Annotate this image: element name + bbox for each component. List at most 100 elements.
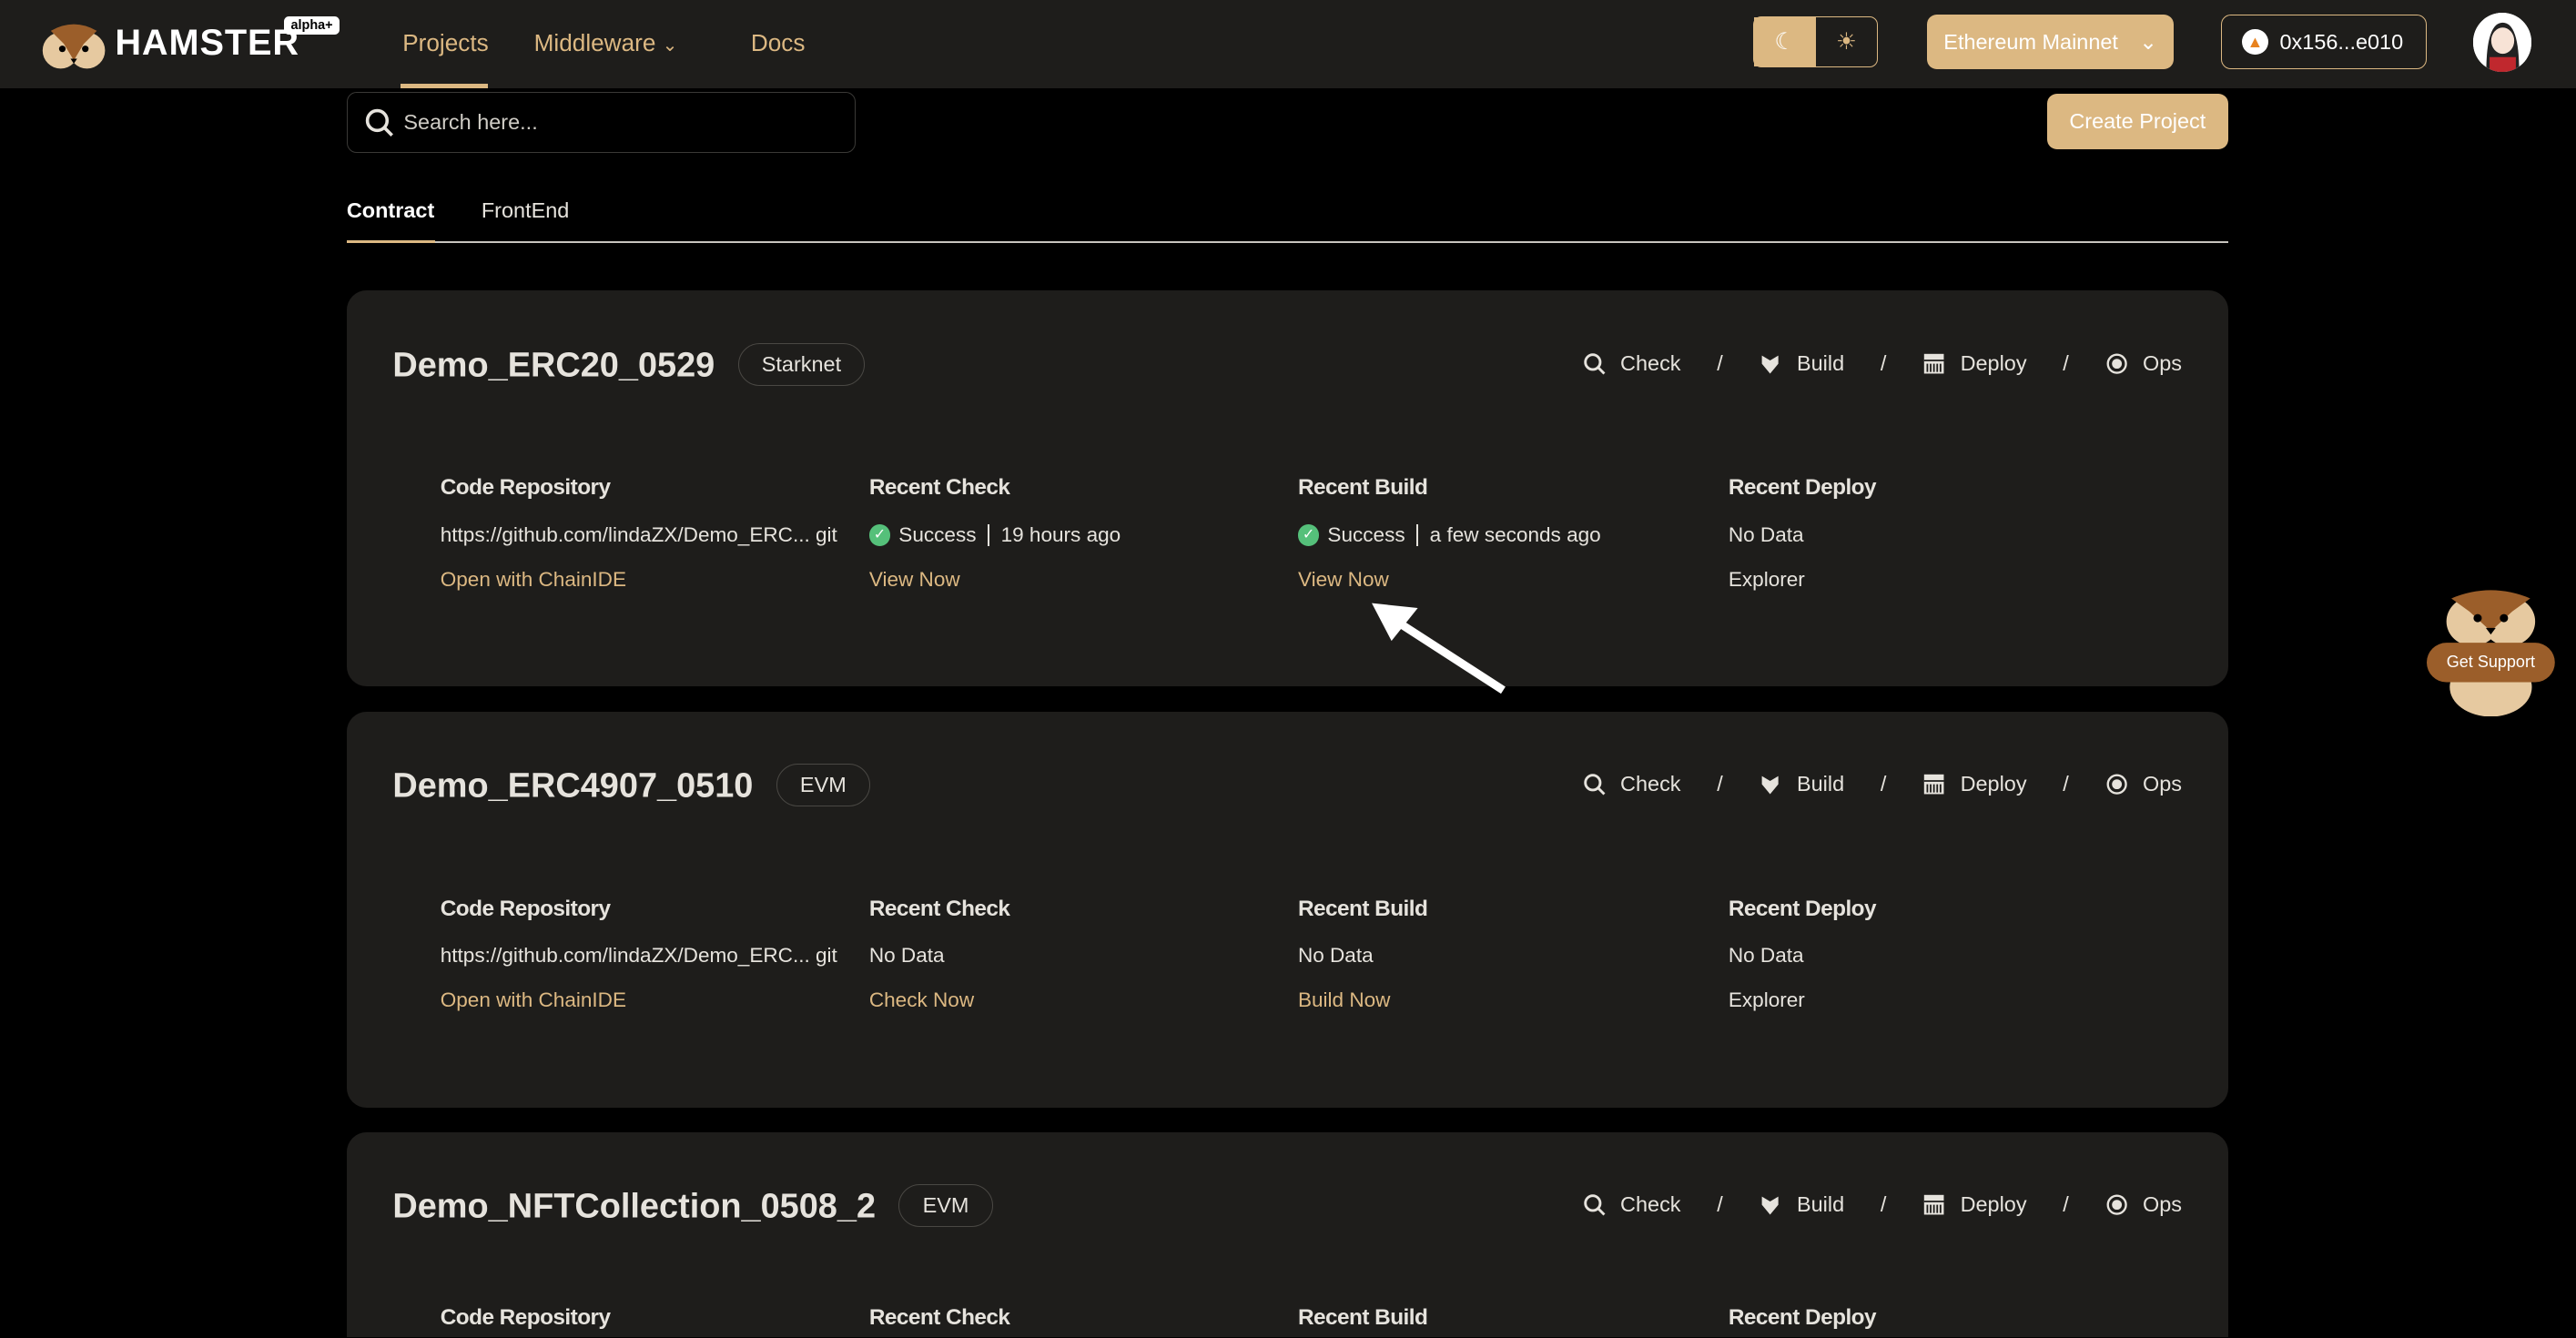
chevron-down-icon: ⌄ [662,35,678,56]
nav-projects[interactable]: Projects [402,29,488,57]
column-header: Recent Build [1297,475,1428,501]
separator: / [1880,351,1887,376]
sun-icon[interactable]: ☀ [1816,17,1878,66]
project-card: Demo_NFTCollection_0508_2 EVM Check / Build… [346,1131,2228,1338]
theme-toggle[interactable]: ☾ ☀ [1752,16,1879,67]
check-link[interactable]: Check Now [869,988,1010,1014]
nav-middleware-label: Middleware [533,29,656,57]
project-card: Demo_ERC20_0529 Starknet Check / Build / Depl… [346,290,2228,687]
chevron-down-icon: ⌄ [2139,30,2157,55]
search-box[interactable] [346,92,857,153]
nav-middleware[interactable]: Middleware ⌄ [534,29,678,57]
build-status: No Data [1297,944,1374,968]
moon-icon[interactable]: ☾ [1753,17,1816,66]
active-nav-indicator [401,84,489,89]
check-status: No Data [868,944,945,968]
deploy-status: No Data [1728,944,1804,968]
action-ops[interactable]: Ops [2105,351,2182,376]
project-name[interactable]: Demo_ERC20_0529 [392,347,715,385]
separator: / [1717,772,1723,796]
action-check[interactable]: Check [1583,772,1681,796]
action-label: Check [1620,351,1681,376]
action-label: Deploy [1960,772,2027,796]
action-label: Build [1796,772,1845,796]
separator: / [1717,351,1723,376]
brand-badge: alpha+ [284,16,340,35]
build-blocks-icon [1762,355,1780,374]
ops-orbit-icon [2106,1194,2127,1216]
action-ops[interactable]: Ops [2105,1192,2183,1217]
deploy-status: No Data [1728,523,1804,547]
chain-badge: EVM [898,1184,993,1228]
tab-contract[interactable]: Contract [347,198,434,223]
action-check[interactable]: Check [1583,351,1681,376]
project-card: Demo_ERC4907_0510 EVM Check / Build / Deploy /… [346,711,2228,1108]
column-header: Recent Check [868,1304,1010,1330]
project-name[interactable]: Demo_NFTCollection_0508_2 [392,1188,876,1226]
info-column: Recent Check [868,1304,1010,1331]
action-label: Build [1796,1192,1845,1217]
action-deploy[interactable]: Deploy [1922,1192,2027,1217]
open-chainide-link[interactable]: Open with ChainIDE [441,988,837,1014]
separator: / [1880,772,1887,796]
column-header: Code Repository [440,896,611,921]
info-column: Recent Deploy No Data Explorer [1728,475,1877,611]
action-label: Ops [2143,1192,2183,1217]
hamster-logo[interactable] [41,21,106,70]
top-nav: HAMSTER alpha+ Projects Middleware ⌄ Doc… [0,0,2576,89]
open-chainide-link[interactable]: Open with ChainIDE [441,566,837,593]
separator: / [2063,1192,2069,1217]
explorer-link[interactable]: Explorer [1729,566,1876,593]
get-support-label: Get Support [2446,652,2535,671]
info-column: Recent Deploy No Data Explorer [1728,897,1877,1032]
action-deploy[interactable]: Deploy [1922,351,2027,376]
column-header: Recent Build [1297,1304,1428,1330]
build-blocks-icon [1762,775,1780,795]
deploy-server-icon [1923,353,1944,374]
separator: / [2063,351,2069,376]
network-select[interactable]: Ethereum Mainnet ⌄ [1927,15,2174,69]
column-header: Recent Deploy [1728,475,1877,501]
action-check[interactable]: Check [1583,1192,1681,1217]
build-link[interactable]: View Now [1298,566,1601,593]
check-magnifier-icon [1583,1194,1606,1216]
repo-url[interactable]: https://github.com/lindaZX/Demo_ERC... g… [441,522,837,549]
success-check-icon: ✓ [1297,524,1320,546]
build-link[interactable]: Build Now [1298,988,1427,1014]
action-label: Build [1796,351,1845,376]
column-header: Recent Build [1297,896,1428,921]
success-check-icon: ✓ [868,524,891,546]
action-build[interactable]: Build [1759,772,1844,796]
search-icon [365,109,393,137]
check-time: 19 hours ago [1000,523,1121,547]
action-label: Deploy [1960,1192,2027,1217]
explorer-link[interactable]: Explorer [1729,988,1876,1014]
pointer-arrow-annotation [1372,603,1506,694]
active-tab-indicator [346,239,436,244]
project-name[interactable]: Demo_ERC4907_0510 [392,767,753,806]
action-label: Check [1620,1192,1681,1217]
nav-docs[interactable]: Docs [751,29,806,57]
metamask-fox-icon: ▲ [2242,28,2268,56]
action-build[interactable]: Build [1759,1192,1844,1217]
action-deploy[interactable]: Deploy [1922,772,2027,796]
action-build[interactable]: Build [1759,351,1844,376]
wallet-button[interactable]: ▲ 0x156...e010 [2221,15,2427,69]
column-header: Code Repository [440,475,611,501]
divider [1416,524,1419,546]
create-project-button[interactable]: Create Project [2047,93,2228,150]
repo-url[interactable]: https://github.com/lindaZX/Demo_ERC... g… [441,943,837,969]
column-header: Recent Check [868,896,1010,921]
chain-badge: Starknet [737,343,866,387]
ops-orbit-icon [2106,353,2127,374]
tab-frontend[interactable]: FrontEnd [482,198,569,223]
action-ops[interactable]: Ops [2105,772,2182,796]
search-input[interactable] [401,108,833,136]
build-time: a few seconds ago [1429,523,1601,547]
get-support-widget[interactable]: Get Support [2426,585,2555,716]
check-link[interactable]: View Now [869,566,1121,593]
info-column: Recent Build No Data Build Now [1297,896,1428,1032]
avatar[interactable] [2472,13,2532,73]
build-status: Success [1327,523,1405,547]
separator: / [2063,772,2069,796]
